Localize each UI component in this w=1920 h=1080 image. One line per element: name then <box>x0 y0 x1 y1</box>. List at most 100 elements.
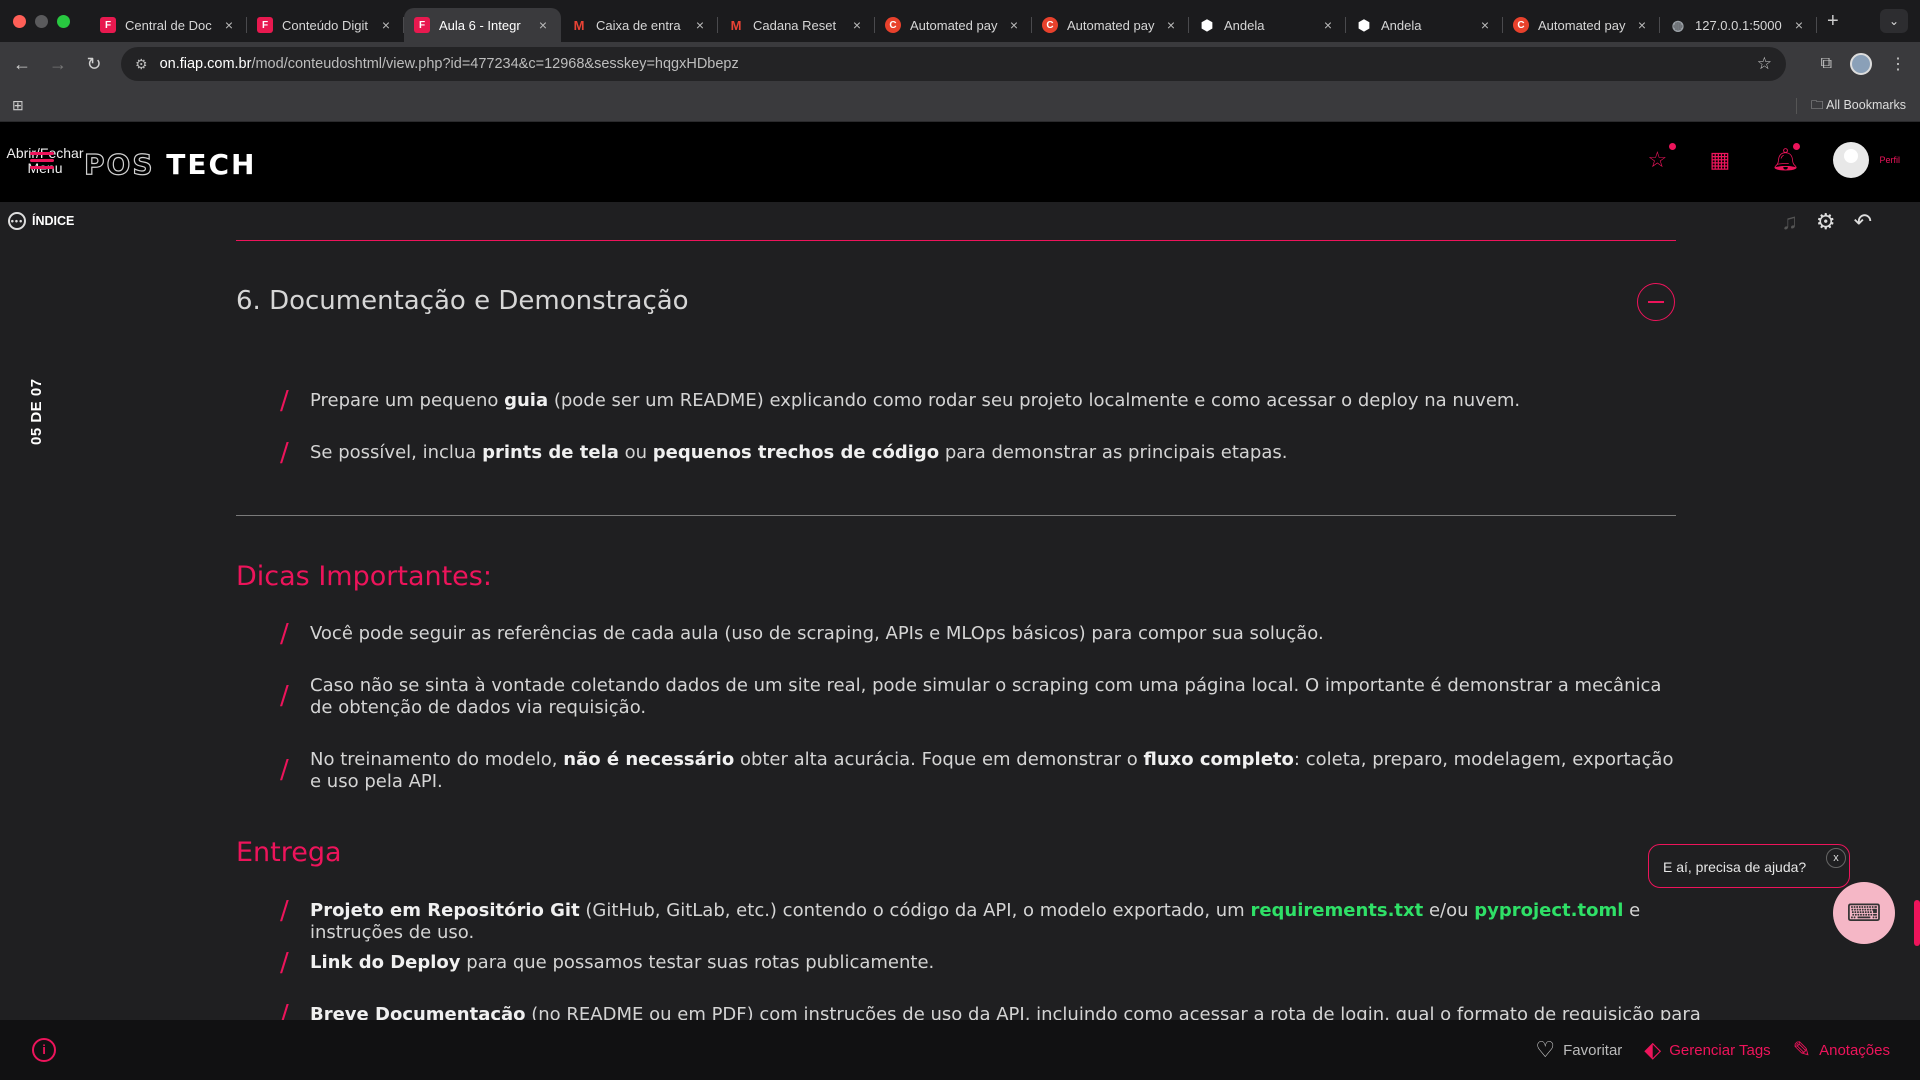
url-text: on.fiap.com.br/mod/conteudoshtml/view.ph… <box>160 56 739 72</box>
tab-title: Andela <box>1224 17 1265 33</box>
all-bookmarks-button[interactable]: 🗀 All Bookmarks <box>1795 96 1906 117</box>
page-indicator: 05 DE 07 <box>28 378 45 445</box>
close-tab-icon[interactable]: × <box>221 17 237 33</box>
undo-icon[interactable]: ↶ <box>1854 209 1872 235</box>
tab-title: Automated pay <box>1067 17 1155 33</box>
section-title: 6. Documentação e Demonstração <box>236 286 689 316</box>
reload-button[interactable]: ↻ <box>76 48 112 80</box>
chrome-menu-icon[interactable]: ⋮ <box>1890 54 1906 74</box>
browser-tab[interactable]: ◍ 127.0.0.1:5000 × <box>1660 8 1817 42</box>
collapse-section-button[interactable] <box>1637 283 1675 321</box>
chatbot-button[interactable]: ⌨ <box>1833 882 1895 944</box>
browser-tab[interactable]: M Cadana Reset × <box>718 8 875 42</box>
browser-tab[interactable]: M Caixa de entra × <box>561 8 718 42</box>
andela-icon: ⬢ <box>1357 16 1371 33</box>
browser-tab[interactable]: F Aula 6 - Integr × <box>404 8 561 42</box>
list-text: Caso não se sinta à vontade coletando da… <box>310 675 1662 718</box>
bookmark-star-icon[interactable]: ☆ <box>1757 54 1772 74</box>
browser-tab[interactable]: C Automated pay × <box>1503 8 1660 42</box>
globe-icon: ◍ <box>1671 16 1685 33</box>
list-text: Se possível, inclua <box>310 442 483 463</box>
dicas-heading: Dicas Importantes: <box>236 561 492 592</box>
tab-title: Andela <box>1381 17 1422 33</box>
browser-tab[interactable]: F Central de Doc × <box>90 8 247 42</box>
settings-gear-icon[interactable]: ⚙ <box>1816 209 1836 235</box>
notifications-bell-icon[interactable]: 🔔︎ <box>1771 143 1801 171</box>
browser-profile-avatar[interactable] <box>1850 53 1872 75</box>
user-avatar[interactable] <box>1833 142 1870 178</box>
new-tab-button[interactable]: + <box>1827 10 1839 33</box>
tab-search-button[interactable]: ⌄ <box>1880 9 1908 33</box>
site-header: Abrir/Fechar Menu POS TECH ☆ ▦ 🔔︎ Perfil <box>0 122 1920 202</box>
list-text: obter alta acurácia. Foque em demonstrar… <box>734 749 1144 770</box>
close-tab-icon[interactable]: × <box>378 17 394 33</box>
slash-bullet-icon: / <box>280 948 289 978</box>
list-text: para demonstrar as principais etapas. <box>939 442 1288 463</box>
index-button[interactable]: ••• ÍNDICE <box>8 212 74 230</box>
gmail-icon: M <box>730 17 742 33</box>
close-tab-icon[interactable]: × <box>1163 17 1179 33</box>
slash-bullet-icon: / <box>280 619 289 649</box>
anotacoes-button[interactable]: ✎ Anotações <box>1793 1037 1890 1063</box>
index-label: ÍNDICE <box>32 214 75 228</box>
list-text: e/ou <box>1423 900 1475 921</box>
slash-bullet-icon: / <box>280 386 289 416</box>
zoom-window-button[interactable] <box>57 14 70 28</box>
list-bold: Link do Deploy <box>310 952 461 973</box>
info-icon[interactable]: i <box>32 1038 56 1062</box>
edit-note-icon: ✎ <box>1792 1037 1812 1062</box>
back-button[interactable]: ← <box>4 48 40 80</box>
minimize-window-button[interactable] <box>35 14 48 28</box>
content-tools: ♫ ⚙ ↶ <box>1781 209 1872 235</box>
close-tab-icon[interactable]: × <box>535 17 551 33</box>
browser-tab[interactable]: C Automated pay × <box>1032 8 1189 42</box>
audio-icon[interactable]: ♫ <box>1781 209 1798 235</box>
profile-label[interactable]: Perfil <box>1879 155 1900 165</box>
lesson-content: 6. Documentação e Demonstração / Prepare… <box>0 240 1920 1020</box>
index-dots-icon: ••• <box>8 212 26 230</box>
favoritar-button[interactable]: ♡ Favoritar <box>1535 1037 1622 1063</box>
entrega-heading: Entrega <box>236 837 342 868</box>
section-top-divider <box>236 240 1676 241</box>
forward-button[interactable]: → <box>40 48 76 80</box>
help-close-button[interactable]: x <box>1826 848 1846 868</box>
close-tab-icon[interactable]: × <box>692 17 708 33</box>
close-window-button[interactable] <box>13 14 26 28</box>
help-bubble[interactable]: E aí, precisa de ajuda? <box>1648 844 1850 888</box>
list-bold: fluxo completo <box>1143 749 1294 770</box>
gmail-icon: M <box>573 17 585 33</box>
tab-title: Conteúdo Digit <box>282 17 368 33</box>
gerenciar-tags-button[interactable]: ⬖ Gerenciar Tags <box>1644 1037 1770 1063</box>
list-bold: não é necessário <box>563 749 735 770</box>
close-tab-icon[interactable]: × <box>1477 17 1493 33</box>
close-tab-icon[interactable]: × <box>1320 17 1336 33</box>
close-tab-icon[interactable]: × <box>1006 17 1022 33</box>
menu-toggle-button[interactable]: Abrir/Fechar Menu <box>2 146 88 176</box>
tab-title: Cadana Reset <box>753 17 837 33</box>
slash-bullet-icon: / <box>280 1000 289 1020</box>
close-tab-icon[interactable]: × <box>1791 17 1807 33</box>
browser-tab[interactable]: F Conteúdo Digit × <box>247 8 404 42</box>
postech-logo[interactable]: POS TECH <box>83 147 257 181</box>
logo-tech: TECH <box>166 148 257 181</box>
close-tab-icon[interactable]: × <box>849 17 865 33</box>
slash-bullet-icon: / <box>280 755 289 785</box>
gerenciar-tags-label: Gerenciar Tags <box>1669 1041 1771 1059</box>
tab-title: Aula 6 - Integr <box>439 17 521 33</box>
address-bar[interactable]: ⚙ on.fiap.com.br/mod/conteudoshtml/view.… <box>121 47 1786 81</box>
list-bold: Projeto em Repositório Git <box>310 900 580 921</box>
browser-tab[interactable]: ⬢ Andela × <box>1189 8 1346 42</box>
apps-grid-icon[interactable]: ⊞ <box>12 97 24 114</box>
list-text: (pode ser um README) explicando como rod… <box>548 390 1521 411</box>
calendar-icon[interactable]: ▦ <box>1709 149 1731 171</box>
browser-tab[interactable]: C Automated pay × <box>875 8 1032 42</box>
extensions-icon[interactable]: ⧉ <box>1821 55 1832 73</box>
favorites-star-icon[interactable]: ☆ <box>1647 143 1677 171</box>
fiap-icon: F <box>414 17 430 33</box>
tab-title: Central de Doc <box>125 17 212 33</box>
site-settings-icon[interactable]: ⚙ <box>135 56 148 73</box>
scrollbar-thumb[interactable] <box>1914 900 1920 946</box>
browser-tab[interactable]: ⬢ Andela × <box>1346 8 1503 42</box>
close-tab-icon[interactable]: × <box>1634 17 1650 33</box>
bottom-actions: ♡ Favoritar ⬖ Gerenciar Tags ✎ Anotações <box>1535 1037 1890 1063</box>
